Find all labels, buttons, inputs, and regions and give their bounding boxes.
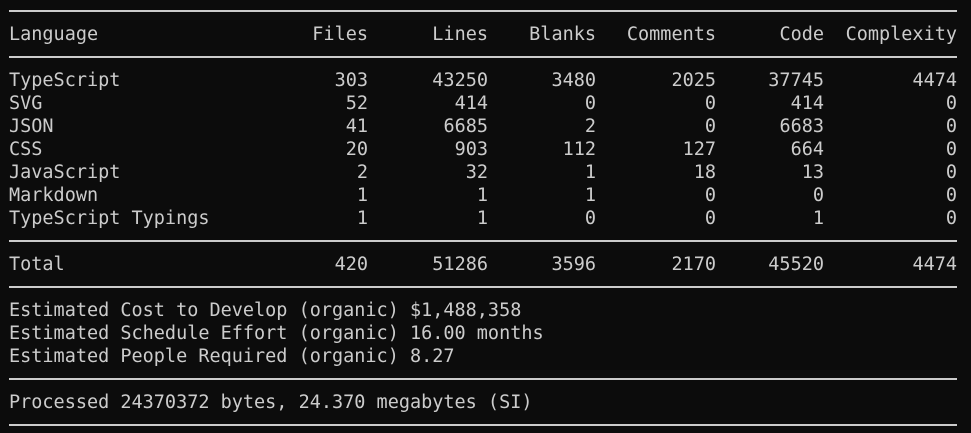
total-row: Total 420 51286 3596 2170 45520 4474 <box>9 253 957 276</box>
table-row: Markdown 1 1 1 0 0 0 <box>9 184 957 207</box>
estimate-cost: Estimated Cost to Develop (organic) $1,4… <box>9 300 522 321</box>
table-row: TypeScript 303 43250 3480 2025 37745 447… <box>9 69 957 92</box>
cell-code: 6683 <box>779 116 824 137</box>
total-label: Total <box>9 254 65 275</box>
cell-code: 37745 <box>768 70 824 91</box>
cell-language: SVG <box>9 93 43 114</box>
total-code: 45520 <box>768 254 824 275</box>
table-row: CSS 20 903 112 127 664 0 <box>9 138 957 161</box>
cell-language: JavaScript <box>9 162 121 183</box>
cell-language: JSON <box>9 116 54 137</box>
cell-files: 52 <box>345 93 368 114</box>
cell-lines: 43250 <box>432 70 488 91</box>
cell-lines: 6685 <box>443 116 488 137</box>
cell-code: 13 <box>801 162 824 183</box>
cell-language: CSS <box>9 139 43 160</box>
header-comments: Comments <box>626 24 716 45</box>
cell-blanks: 1 <box>584 162 596 183</box>
divider-top <box>9 10 957 12</box>
cell-comments: 2025 <box>671 70 716 91</box>
header-blanks: Blanks <box>529 24 596 45</box>
cell-code: 1 <box>812 208 824 229</box>
cell-comments: 0 <box>704 116 716 137</box>
cell-complexity: 0 <box>945 208 957 229</box>
cell-files: 20 <box>345 139 368 160</box>
cell-complexity: 4474 <box>912 70 957 91</box>
header-complexity: Complexity <box>845 24 957 45</box>
header-lines: Lines <box>432 24 488 45</box>
cell-blanks: 112 <box>562 139 596 160</box>
cell-files: 2 <box>356 162 368 183</box>
header-files: Files <box>312 24 368 45</box>
table-header: Language Files Lines Blanks Comments Cod… <box>9 23 957 46</box>
estimate-people: Estimated People Required (organic) 8.27 <box>9 346 455 367</box>
cell-code: 414 <box>790 93 824 114</box>
cell-files: 41 <box>345 116 368 137</box>
total-blanks: 3596 <box>551 254 596 275</box>
cell-lines: 32 <box>465 162 488 183</box>
cell-files: 1 <box>356 185 368 206</box>
cell-lines: 414 <box>454 93 488 114</box>
cell-comments: 0 <box>704 93 716 114</box>
cell-complexity: 0 <box>945 116 957 137</box>
cell-lines: 1 <box>476 185 488 206</box>
cell-comments: 0 <box>704 208 716 229</box>
cell-comments: 127 <box>682 139 716 160</box>
cell-files: 303 <box>334 70 368 91</box>
cell-blanks: 0 <box>584 208 596 229</box>
cell-blanks: 3480 <box>551 70 596 91</box>
total-complexity: 4474 <box>912 254 957 275</box>
cell-files: 1 <box>356 208 368 229</box>
cell-complexity: 0 <box>945 185 957 206</box>
cell-language: TypeScript Typings <box>9 208 210 229</box>
divider-estimates <box>9 378 957 380</box>
cell-code: 0 <box>812 185 824 206</box>
cell-blanks: 2 <box>584 116 596 137</box>
table-row: JavaScript 2 32 1 18 13 0 <box>9 161 957 184</box>
cell-lines: 903 <box>454 139 488 160</box>
processed-summary: Processed 24370372 bytes, 24.370 megabyt… <box>9 392 533 413</box>
divider-total <box>9 286 957 288</box>
divider-body <box>9 240 957 242</box>
cell-blanks: 1 <box>584 185 596 206</box>
header-language: Language <box>9 24 99 45</box>
table-row: JSON 41 6685 2 0 6683 0 <box>9 115 957 138</box>
cell-complexity: 0 <box>945 93 957 114</box>
cell-comments: 0 <box>704 185 716 206</box>
header-code: Code <box>779 24 824 45</box>
table-row: SVG 52 414 0 0 414 0 <box>9 92 957 115</box>
cell-code: 664 <box>790 139 824 160</box>
cell-complexity: 0 <box>945 139 957 160</box>
total-comments: 2170 <box>671 254 716 275</box>
cell-language: Markdown <box>9 185 99 206</box>
total-files: 420 <box>334 254 368 275</box>
table-row: TypeScript Typings 1 1 0 0 1 0 <box>9 207 957 230</box>
terminal-window: Language Files Lines Blanks Comments Cod… <box>0 0 971 433</box>
total-lines: 51286 <box>432 254 488 275</box>
cell-lines: 1 <box>476 208 488 229</box>
cell-language: TypeScript <box>9 70 121 91</box>
cell-blanks: 0 <box>584 93 596 114</box>
cell-comments: 18 <box>693 162 716 183</box>
divider-header <box>9 56 957 58</box>
estimate-schedule: Estimated Schedule Effort (organic) 16.0… <box>9 323 544 344</box>
cell-complexity: 0 <box>945 162 957 183</box>
divider-bottom <box>9 424 957 426</box>
